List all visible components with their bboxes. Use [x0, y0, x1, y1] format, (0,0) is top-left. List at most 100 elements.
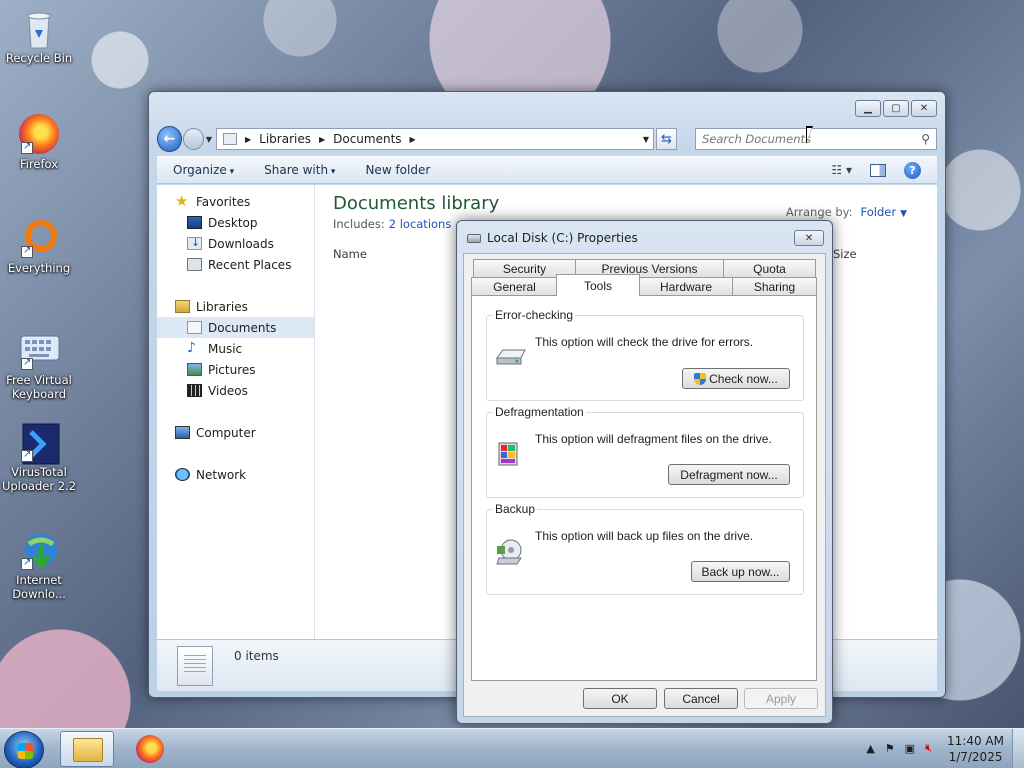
desktop-icon-virustotal-uploader[interactable]: VirusTotal Uploader 2.2	[1, 422, 77, 493]
nav-item-pictures[interactable]: Pictures	[157, 359, 314, 380]
desktop-icon-recycle-bin[interactable]: Recycle Bin	[1, 8, 77, 65]
help-icon[interactable]: ?	[904, 161, 921, 179]
includes-label: Includes:	[333, 217, 385, 231]
recent-pages-dropdown-icon[interactable]: ▼	[206, 135, 212, 144]
defragment-icon	[495, 439, 527, 467]
back-up-now-button[interactable]: Back up now...	[691, 561, 790, 582]
chevron-right-icon[interactable]: ▶	[319, 135, 325, 144]
nav-item-recent-places[interactable]: Recent Places	[157, 254, 314, 275]
network-icon	[175, 468, 190, 481]
chevron-down-icon[interactable]: ▼	[900, 209, 907, 219]
ok-button[interactable]: OK	[583, 688, 657, 709]
nav-label: Desktop	[208, 215, 258, 230]
show-hidden-icons-icon[interactable]: ▲	[866, 742, 874, 755]
forward-button[interactable]	[182, 128, 204, 150]
group-description: This option will check the drive for err…	[535, 335, 754, 349]
cancel-button[interactable]: Cancel	[664, 688, 738, 709]
tools-tab-panel: Error-checking This option will check th…	[471, 295, 817, 681]
nav-item-libraries[interactable]: Libraries	[157, 296, 314, 317]
search-icon[interactable]: ⚲	[921, 132, 930, 146]
taskbar-explorer-button[interactable]	[60, 731, 114, 767]
maximize-button[interactable]: ▢	[883, 100, 909, 117]
taskbar-firefox-button[interactable]	[124, 731, 178, 767]
column-header-name[interactable]: Name	[333, 247, 367, 261]
check-now-button[interactable]: Check now...	[682, 368, 790, 389]
arrange-by-dropdown[interactable]: Folder	[861, 205, 897, 219]
nav-item-downloads[interactable]: Downloads	[157, 233, 314, 254]
desktop-icon-internet-download-manager[interactable]: Internet Downlo...	[1, 530, 77, 601]
locations-link[interactable]: 2 locations	[389, 217, 452, 231]
defragment-now-button[interactable]: Defragment now...	[668, 464, 790, 485]
desktop-icon-label: Firefox	[19, 157, 59, 171]
nav-item-desktop[interactable]: Desktop	[157, 212, 314, 233]
uac-shield-icon	[694, 372, 707, 385]
nav-label: Pictures	[208, 362, 256, 377]
nav-label: Computer	[196, 425, 256, 440]
nav-label: Libraries	[196, 299, 248, 314]
tab-general[interactable]: General	[471, 277, 558, 295]
breadcrumb-libraries[interactable]: Libraries	[259, 132, 311, 146]
nav-item-videos[interactable]: Videos	[157, 380, 314, 401]
clock-time: 11:40 AM	[947, 734, 1004, 748]
tab-tools[interactable]: Tools	[556, 274, 640, 296]
nav-label: Recent Places	[208, 257, 292, 272]
volume-muted-icon[interactable]: 🔇︎	[925, 741, 932, 755]
close-button[interactable]: ✕	[911, 100, 937, 117]
hard-drive-icon	[467, 233, 481, 243]
item-count: 0 items	[234, 649, 279, 663]
dialog-title-text: Local Disk (C:) Properties	[487, 231, 638, 245]
nav-item-music[interactable]: ♪ Music	[157, 338, 314, 359]
tab-quota[interactable]: Quota	[723, 259, 816, 277]
share-with-button[interactable]: Share with	[264, 163, 335, 177]
nav-item-favorites[interactable]: ★ Favorites	[157, 191, 314, 212]
show-desktop-button[interactable]	[1012, 729, 1024, 768]
shortcut-arrow-icon	[21, 244, 33, 258]
chevron-down-icon[interactable]: ▼	[643, 135, 649, 144]
minimize-button[interactable]: ▁	[855, 100, 881, 117]
start-button[interactable]	[4, 731, 44, 768]
dialog-title: Local Disk (C:) Properties	[467, 231, 638, 245]
nav-item-documents[interactable]: Documents	[157, 317, 314, 338]
action-center-flag-icon[interactable]: ⚑	[885, 742, 895, 755]
apply-button[interactable]: Apply	[744, 688, 818, 709]
chevron-right-icon[interactable]: ▶	[410, 135, 416, 144]
nav-item-computer[interactable]: Computer	[157, 422, 314, 443]
nav-item-network[interactable]: Network	[157, 464, 314, 485]
shortcut-arrow-icon	[21, 356, 33, 370]
music-icon: ♪	[187, 340, 196, 356]
change-view-icon[interactable]: ☷ ▾	[831, 163, 852, 177]
clock-date: 1/7/2025	[948, 750, 1003, 764]
preview-pane-icon[interactable]	[870, 163, 886, 177]
network-icon[interactable]: ▣	[905, 742, 915, 755]
computer-icon	[175, 426, 190, 439]
recent-places-icon	[187, 258, 202, 271]
recycle-bin-icon	[17, 8, 61, 49]
nav-label: Documents	[208, 320, 277, 335]
address-bar[interactable]: ▶ Libraries ▶ Documents ▶ ▼	[215, 128, 654, 150]
refresh-button[interactable]: ⇆	[655, 128, 677, 150]
arrange-by: Arrange by: Folder ▼	[786, 205, 907, 219]
new-folder-button[interactable]: New folder	[365, 163, 430, 177]
command-bar: Organize Share with New folder ☷ ▾ ?	[157, 156, 937, 184]
clock[interactable]: 11:40 AM 1/7/2025	[947, 733, 1004, 765]
desktop-icon-everything[interactable]: Everything	[1, 218, 77, 275]
folder-icon	[222, 133, 237, 145]
folder-icon	[73, 738, 103, 762]
dialog-close-button[interactable]: ✕	[794, 230, 824, 246]
back-button[interactable]: ←	[157, 126, 182, 152]
tab-hardware[interactable]: Hardware	[639, 277, 733, 295]
column-header-size[interactable]: Size	[833, 247, 857, 261]
search-box[interactable]: ⚲	[695, 128, 937, 150]
group-description: This option will back up files on the dr…	[535, 529, 754, 543]
organize-button[interactable]: Organize	[173, 163, 234, 177]
nav-label: Videos	[208, 383, 248, 398]
breadcrumb-documents[interactable]: Documents	[333, 132, 401, 146]
tab-sharing[interactable]: Sharing	[732, 277, 817, 295]
desktop-icon-label: Everything	[7, 261, 71, 275]
desktop-icon-firefox[interactable]: Firefox	[1, 114, 77, 171]
chevron-right-icon[interactable]: ▶	[245, 135, 251, 144]
desktop-icon-free-virtual-keyboard[interactable]: Free Virtual Keyboard	[1, 330, 77, 401]
